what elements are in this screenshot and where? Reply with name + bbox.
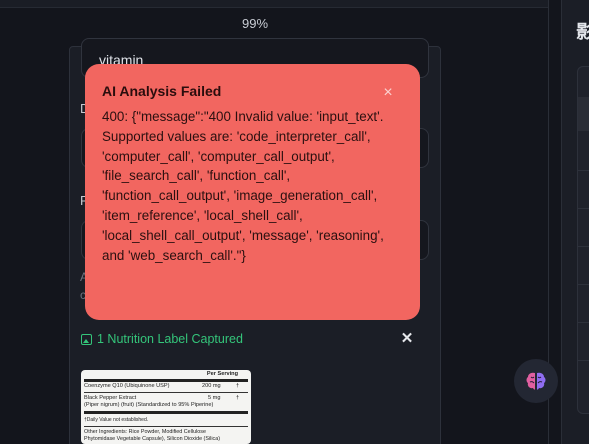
error-toast: AI Analysis Failed × 400: {"message":"40… (85, 64, 420, 320)
ai-assistant-button[interactable] (514, 359, 558, 403)
capture-status: 1 Nutrition Label Captured (81, 332, 243, 346)
label-header: Per Serving (206, 371, 238, 377)
right-panel-row-selected[interactable] (578, 97, 589, 131)
label-row-name: Black Pepper Extract (84, 395, 137, 401)
image-icon (81, 333, 92, 345)
right-panel-row (578, 246, 589, 247)
right-panel-heading: 影 (576, 22, 589, 42)
top-toolbar (0, 0, 548, 8)
label-ingredients: Phytomidase Vegetable Capsule), Silicon … (84, 436, 221, 442)
remove-capture-button[interactable]: ✕ (400, 331, 414, 347)
label-ingredients: Other Ingredients: Rice Powder, Modified… (84, 429, 206, 435)
right-panel-row (578, 360, 589, 361)
label-row-amount: 5 mg (208, 395, 221, 401)
label-row-dv: † (236, 383, 240, 389)
label-row-detail: (Piper nigrum) (fruit) (Standardized to … (84, 402, 214, 408)
error-toast-message: 400: {"message":"400 Invalid value: 'inp… (102, 109, 384, 263)
right-panel-row (578, 170, 589, 171)
nutrition-label-thumbnail[interactable]: Per Serving Coenzyme Q10 (Ubiquinone USP… (81, 370, 251, 444)
label-footnote: †Daily Value not established. (84, 417, 149, 423)
close-toast-button[interactable]: × (381, 85, 395, 101)
label-rule (84, 379, 248, 382)
label-row-amount: 200 mg (202, 383, 221, 389)
brain-icon (526, 372, 546, 390)
label-row-name: Coenzyme Q10 (Ubiquinone USP) (84, 383, 170, 389)
label-rule (84, 426, 248, 427)
label-rule (84, 392, 248, 393)
label-rule (84, 411, 248, 414)
right-panel-row (578, 208, 589, 209)
right-panel-row (578, 284, 589, 285)
zoom-level[interactable]: 99% (232, 16, 278, 31)
label-row: Black Pepper Extract 5 mg † (84, 395, 248, 401)
error-toast-title: AI Analysis Failed (102, 83, 222, 99)
right-panel-row (578, 322, 589, 323)
label-row: Coenzyme Q10 (Ubiquinone USP) 200 mg † (84, 383, 248, 389)
capture-status-text: 1 Nutrition Label Captured (97, 332, 243, 346)
label-row-dv: † (236, 395, 240, 401)
